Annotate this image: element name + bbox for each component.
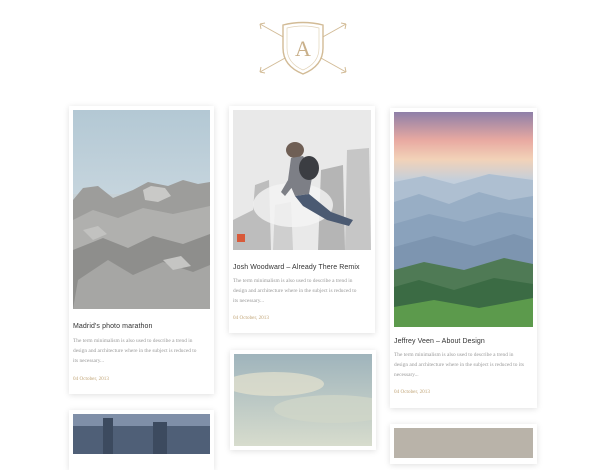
logo-letter: A bbox=[295, 36, 311, 61]
post-excerpt: The term minimalism is also used to desc… bbox=[233, 278, 357, 304]
post-title[interactable]: Jeffrey Veen – About Design bbox=[394, 338, 485, 345]
post-date[interactable]: 04 October, 2013 bbox=[233, 315, 269, 321]
post-image[interactable] bbox=[394, 428, 533, 458]
post-image[interactable] bbox=[234, 354, 372, 446]
logo-crest[interactable]: A bbox=[258, 18, 348, 78]
post-card[interactable] bbox=[69, 410, 214, 470]
post-excerpt: The term minimalism is also used to desc… bbox=[73, 338, 197, 364]
post-date[interactable]: 04 October, 2013 bbox=[73, 376, 109, 382]
post-card[interactable]: Madrid's photo marathon The term minimal… bbox=[69, 106, 214, 394]
post-excerpt: The term minimalism is also used to desc… bbox=[394, 352, 524, 378]
post-image[interactable] bbox=[73, 110, 210, 309]
post-title[interactable]: Madrid's photo marathon bbox=[73, 323, 153, 330]
post-card[interactable]: Josh Woodward – Already There Remix The … bbox=[229, 106, 375, 333]
post-card[interactable]: Jeffrey Veen – About Design The term min… bbox=[390, 108, 537, 408]
post-card[interactable] bbox=[390, 424, 537, 464]
post-title[interactable]: Josh Woodward – Already There Remix bbox=[233, 264, 360, 271]
post-image[interactable] bbox=[394, 112, 533, 327]
post-date[interactable]: 04 October, 2013 bbox=[394, 389, 430, 395]
post-image[interactable] bbox=[233, 110, 371, 250]
post-card[interactable] bbox=[230, 350, 376, 450]
post-image[interactable] bbox=[73, 414, 210, 454]
